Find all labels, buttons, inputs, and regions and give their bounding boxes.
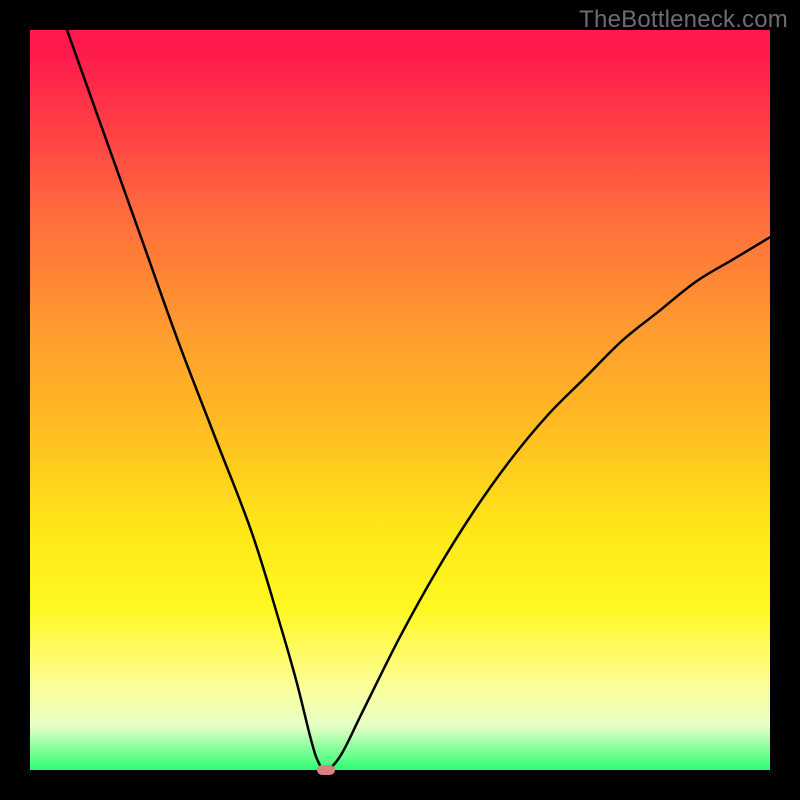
watermark-text: TheBottleneck.com [579, 6, 788, 34]
chart-frame: TheBottleneck.com [0, 0, 800, 800]
plot-area [30, 30, 770, 770]
optimal-marker [317, 765, 335, 775]
